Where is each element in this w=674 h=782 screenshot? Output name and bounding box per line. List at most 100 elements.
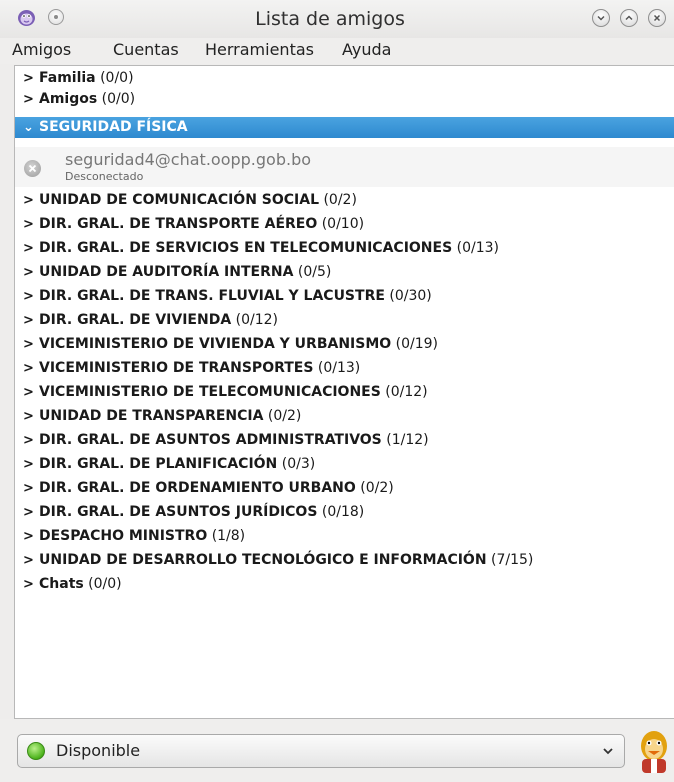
group-name: DIR. GRAL. DE VIVIENDA (39, 312, 232, 328)
expand-arrow-icon[interactable]: > (23, 310, 34, 331)
minimize-button[interactable] (592, 9, 610, 27)
menu-ayuda[interactable]: Ayuda (342, 40, 391, 59)
keep-on-top-button[interactable] (48, 9, 64, 25)
group-row[interactable]: > VICEMINISTERIO DE TRANSPORTES (0/13) (15, 358, 674, 379)
group-row[interactable]: > DIR. GRAL. DE ASUNTOS ADMINISTRATIVOS … (15, 430, 674, 451)
group-count: (7/15) (491, 552, 534, 568)
title-bar[interactable]: Lista de amigos (0, 0, 674, 38)
status-label: Disponible (56, 741, 141, 760)
expand-arrow-icon[interactable]: > (23, 502, 34, 523)
expand-arrow-icon[interactable]: > (23, 286, 34, 307)
group-count: (0/2) (323, 192, 357, 208)
group-row[interactable]: > UNIDAD DE AUDITORÍA INTERNA (0/5) (15, 262, 674, 283)
expand-arrow-icon[interactable]: > (23, 526, 34, 547)
group-name: VICEMINISTERIO DE VIVIENDA Y URBANISMO (39, 336, 392, 352)
group-amigos[interactable]: > Amigos (0/0) (15, 89, 674, 110)
group-row[interactable]: > DIR. GRAL. DE TRANS. FLUVIAL Y LACUSTR… (15, 286, 674, 307)
group-count: (0/13) (456, 240, 499, 256)
group-count: (0/2) (360, 480, 394, 496)
group-count: (0/30) (389, 288, 432, 304)
group-count: (0/12) (235, 312, 278, 328)
expand-arrow-icon[interactable]: > (23, 454, 34, 475)
group-row[interactable]: > DESPACHO MINISTRO (1/8) (15, 526, 674, 547)
group-name: Chats (39, 576, 84, 592)
expand-arrow-icon[interactable]: > (23, 574, 34, 595)
group-row[interactable]: > VICEMINISTERIO DE VIVIENDA Y URBANISMO… (15, 334, 674, 355)
expand-arrow-icon[interactable]: > (23, 68, 34, 89)
group-name: DIR. GRAL. DE ASUNTOS JURÍDICOS (39, 504, 318, 520)
group-count: (0/5) (297, 264, 332, 280)
group-row[interactable]: > DIR. GRAL. DE ORDENAMIENTO URBANO (0/2… (15, 478, 674, 499)
group-count: (1/8) (211, 528, 246, 544)
pidgin-app-icon[interactable] (17, 8, 36, 27)
maximize-button[interactable] (620, 9, 638, 27)
expand-arrow-icon[interactable]: > (23, 478, 34, 499)
group-name: DIR. GRAL. DE TRANSPORTE AÉREO (39, 216, 318, 232)
group-count: (0/13) (317, 360, 361, 376)
menu-amigos[interactable]: Amigos (12, 40, 71, 59)
group-count: (0/12) (385, 384, 428, 400)
group-name: UNIDAD DE TRANSPARENCIA (39, 408, 264, 424)
chevron-up-icon (625, 15, 633, 21)
group-count: (0/0) (100, 70, 134, 86)
group-name: DIR. GRAL. DE PLANIFICACIÓN (39, 456, 278, 472)
group-row[interactable]: > DIR. GRAL. DE SERVICIOS EN TELECOMUNIC… (15, 238, 674, 259)
group-name: DIR. GRAL. DE ORDENAMIENTO URBANO (39, 480, 356, 496)
group-chats[interactable]: > Chats (0/0) (15, 574, 674, 595)
expand-arrow-icon[interactable]: > (23, 406, 34, 427)
close-icon (653, 14, 661, 22)
group-name: UNIDAD DE COMUNICACIÓN SOCIAL (39, 192, 320, 208)
close-button[interactable] (648, 9, 666, 27)
expand-arrow-icon[interactable]: > (23, 89, 34, 110)
group-count: (0/10) (321, 216, 365, 232)
group-count: (0/3) (281, 456, 316, 472)
group-name: DESPACHO MINISTRO (39, 528, 208, 544)
collapse-arrow-icon[interactable]: ⌄ (23, 117, 34, 138)
group-name: Amigos (39, 91, 98, 107)
group-familia[interactable]: > Familia (0/0) (15, 68, 674, 89)
chevron-down-icon (603, 748, 613, 755)
group-row[interactable]: > DIR. GRAL. DE TRANSPORTE AÉREO (0/10) (15, 214, 674, 235)
group-row[interactable]: > UNIDAD DE COMUNICACIÓN SOCIAL (0/2) (15, 190, 674, 211)
group-count: (0/18) (321, 504, 365, 520)
group-name: UNIDAD DE AUDITORÍA INTERNA (39, 264, 294, 280)
group-row[interactable]: > DIR. GRAL. DE VIVIENDA (0/12) (15, 310, 674, 331)
group-name: Familia (39, 70, 96, 86)
group-name: VICEMINISTERIO DE TELECOMUNICACIONES (39, 384, 381, 400)
chevron-down-icon (597, 15, 605, 21)
group-name: DIR. GRAL. DE SERVICIOS EN TELECOMUNICAC… (39, 240, 453, 256)
expand-arrow-icon[interactable]: > (23, 238, 34, 259)
status-selector[interactable]: Disponible (17, 734, 625, 768)
buddy-item[interactable]: seguridad4@chat.oopp.gob.bo Desconectado (15, 147, 674, 187)
group-row[interactable]: > DIR. GRAL. DE PLANIFICACIÓN (0/3) (15, 454, 674, 475)
group-name: SEGURIDAD FÍSICA (39, 119, 188, 135)
group-row[interactable]: > VICEMINISTERIO DE TELECOMUNICACIONES (… (15, 382, 674, 403)
window-title: Lista de amigos (255, 8, 405, 30)
buddy-list[interactable]: > Familia (0/0) > Amigos (0/0) ⌄ SEGURID… (14, 65, 674, 719)
group-count: (0/0) (101, 91, 136, 107)
buddy-name: seguridad4@chat.oopp.gob.bo (65, 150, 312, 169)
group-seguridad-fisica[interactable]: ⌄ SEGURIDAD FÍSICA (15, 117, 674, 138)
group-count: (1/12) (386, 432, 429, 448)
user-avatar-icon[interactable] (634, 729, 674, 775)
group-row[interactable]: > UNIDAD DE DESARROLLO TECNOLÓGICO E INF… (15, 550, 674, 571)
menu-bar: Amigos Cuentas Herramientas Ayuda (0, 38, 674, 64)
menu-herramientas[interactable]: Herramientas (205, 40, 314, 59)
group-count: (0/19) (395, 336, 439, 352)
expand-arrow-icon[interactable]: > (23, 262, 34, 283)
group-count: (0/2) (267, 408, 302, 424)
group-name: UNIDAD DE DESARROLLO TECNOLÓGICO E INFOR… (39, 552, 487, 568)
menu-cuentas[interactable]: Cuentas (113, 40, 179, 59)
expand-arrow-icon[interactable]: > (23, 430, 34, 451)
expand-arrow-icon[interactable]: > (23, 358, 34, 379)
buddy-list-window: Lista de amigos Amigos Cuentas Herramien… (0, 0, 674, 782)
expand-arrow-icon[interactable]: > (23, 190, 34, 211)
expand-arrow-icon[interactable]: > (23, 334, 34, 355)
group-row[interactable]: > UNIDAD DE TRANSPARENCIA (0/2) (15, 406, 674, 427)
group-name: VICEMINISTERIO DE TRANSPORTES (39, 360, 314, 376)
expand-arrow-icon[interactable]: > (23, 550, 34, 571)
group-name: DIR. GRAL. DE ASUNTOS ADMINISTRATIVOS (39, 432, 382, 448)
expand-arrow-icon[interactable]: > (23, 214, 34, 235)
expand-arrow-icon[interactable]: > (23, 382, 34, 403)
group-row[interactable]: > DIR. GRAL. DE ASUNTOS JURÍDICOS (0/18) (15, 502, 674, 523)
